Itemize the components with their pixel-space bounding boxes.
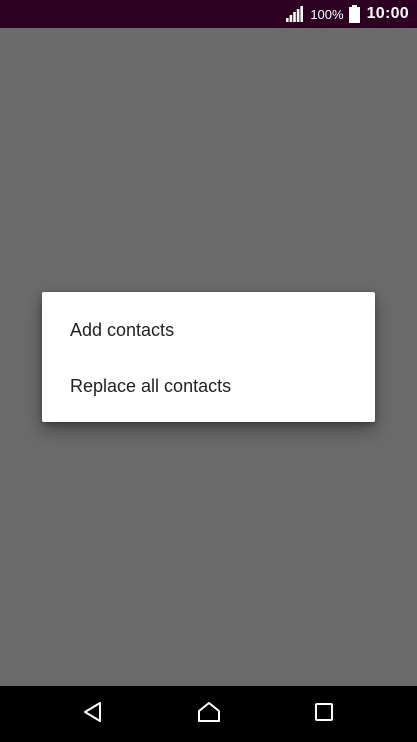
battery-icon bbox=[348, 5, 360, 23]
signal-icon bbox=[286, 6, 304, 22]
screen: 100% 10:00 Add contacts Replace all cont… bbox=[0, 0, 417, 742]
navigation-bar bbox=[0, 686, 417, 742]
replace-all-contacts-option[interactable]: Replace all contacts bbox=[42, 358, 375, 414]
recent-apps-icon bbox=[314, 702, 334, 727]
replace-all-contacts-label: Replace all contacts bbox=[70, 375, 232, 396]
home-button[interactable] bbox=[189, 694, 229, 734]
clock: 10:00 bbox=[366, 5, 409, 22]
status-indicators: 100% 10:00 bbox=[286, 0, 409, 28]
battery-percentage: 100% bbox=[310, 6, 344, 22]
back-button[interactable] bbox=[73, 694, 113, 734]
status-bar: 100% 10:00 bbox=[0, 0, 417, 28]
import-options-dialog: Add contacts Replace all contacts bbox=[42, 292, 375, 422]
add-contacts-option[interactable]: Add contacts bbox=[42, 302, 375, 358]
recent-apps-button[interactable] bbox=[304, 694, 344, 734]
home-icon bbox=[197, 701, 221, 728]
add-contacts-label: Add contacts bbox=[70, 319, 175, 340]
back-icon bbox=[82, 701, 104, 728]
